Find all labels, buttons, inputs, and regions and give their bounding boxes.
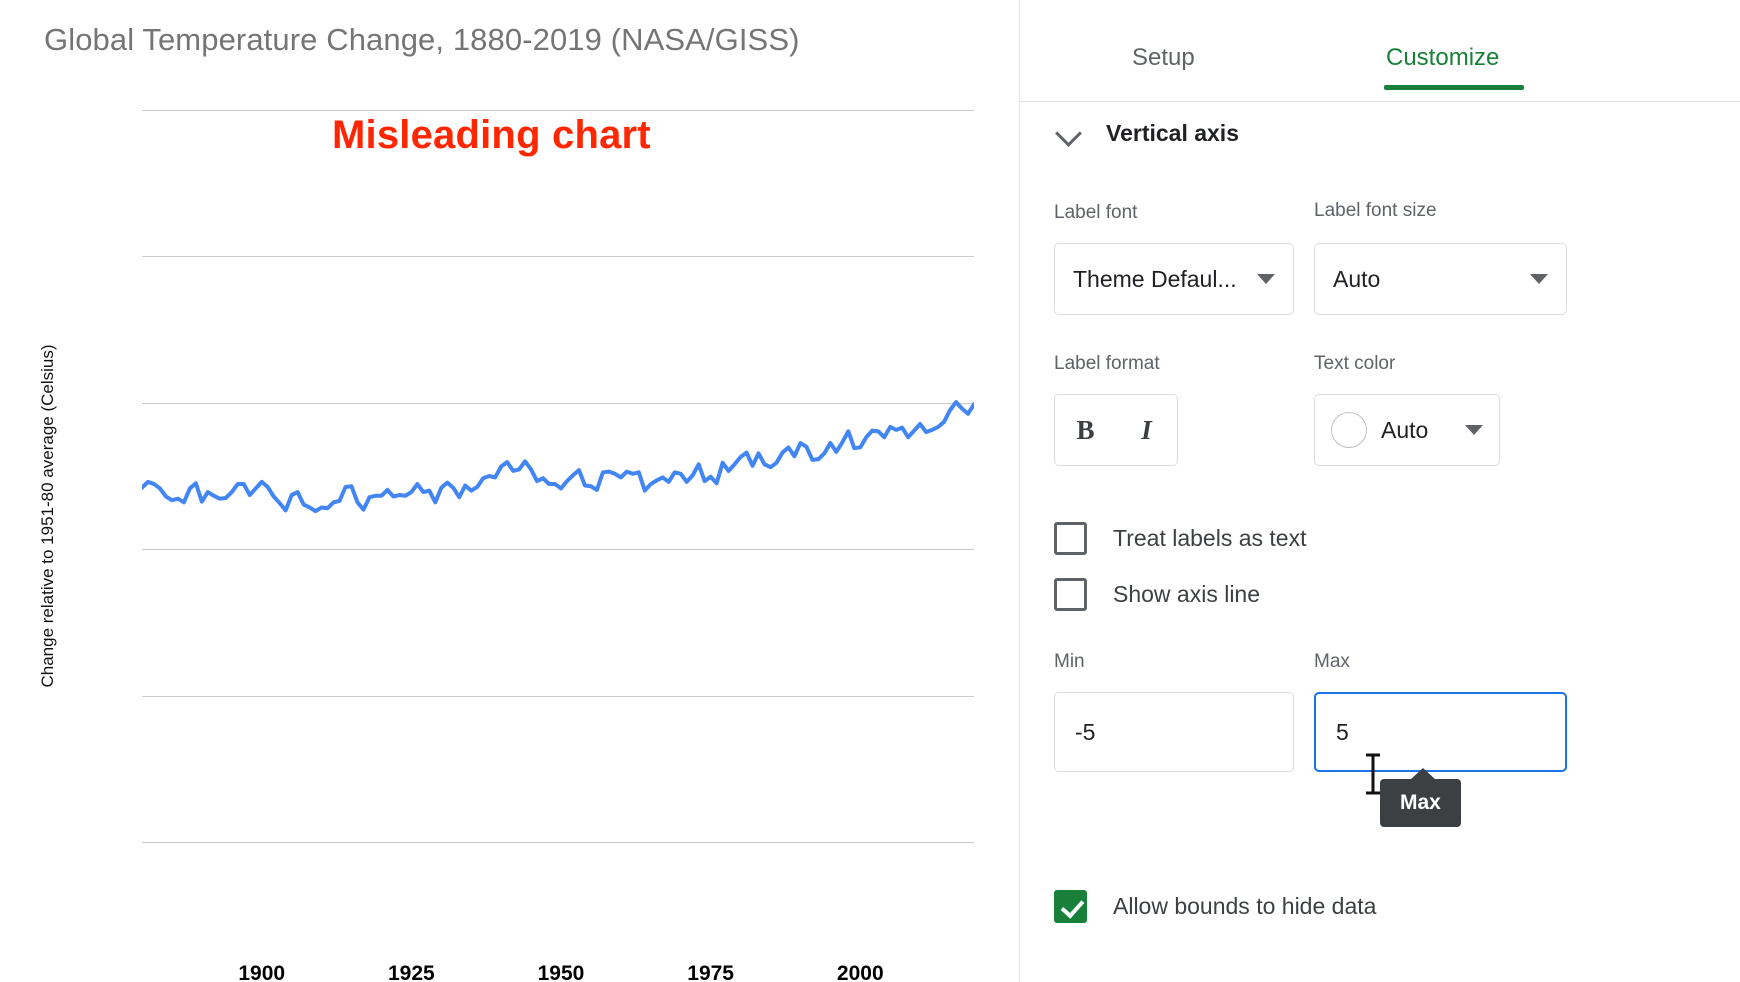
max-value: 5 bbox=[1336, 718, 1349, 745]
label-font-size-label: Label font size bbox=[1314, 200, 1437, 221]
gridline bbox=[142, 842, 974, 843]
chart-title: Global Temperature Change, 1880-2019 (NA… bbox=[44, 22, 800, 57]
min-input[interactable]: -5 bbox=[1054, 692, 1294, 772]
label-font-size-value: Auto bbox=[1333, 265, 1381, 292]
x-tick-label: 1925 bbox=[387, 962, 435, 982]
color-swatch-icon bbox=[1331, 412, 1367, 448]
chevron-down-icon bbox=[1465, 425, 1483, 435]
label-font-size-select[interactable]: Auto bbox=[1314, 243, 1567, 315]
show-axis-line-checkbox[interactable] bbox=[1054, 578, 1087, 611]
chart-pane[interactable]: Global Temperature Change, 1880-2019 (NA… bbox=[0, 0, 1020, 982]
section-header-vertical-axis[interactable]: Vertical axis bbox=[1054, 118, 1239, 148]
checkbox-row-show-axis-line[interactable]: Show axis line bbox=[1054, 578, 1260, 611]
min-value: -5 bbox=[1075, 718, 1096, 745]
editor-tabs: Setup Customize bbox=[1020, 0, 1740, 102]
x-tick-label: 1975 bbox=[687, 962, 734, 982]
chevron-down-icon bbox=[1530, 274, 1548, 284]
tab-active-indicator bbox=[1384, 85, 1524, 90]
max-label: Max bbox=[1314, 651, 1350, 672]
allow-bounds-to-hide-data-checkbox[interactable] bbox=[1054, 890, 1087, 923]
series-path bbox=[142, 400, 974, 514]
checkbox-row-treat-labels-as-text[interactable]: Treat labels as text bbox=[1054, 522, 1306, 555]
x-tick-label: 1900 bbox=[238, 962, 286, 982]
allow-bounds-to-hide-data-label: Allow bounds to hide data bbox=[1113, 893, 1377, 919]
section-title: Vertical axis bbox=[1106, 119, 1239, 146]
max-input[interactable]: 5 bbox=[1314, 692, 1567, 772]
label-format-group[interactable]: B I bbox=[1054, 394, 1178, 466]
x-tick-label: 1950 bbox=[537, 962, 585, 982]
chart-editor-panel: Setup Customize Vertical axis Label font… bbox=[1020, 0, 1740, 982]
min-label: Min bbox=[1054, 651, 1085, 672]
label-font-select[interactable]: Theme Defaul... bbox=[1054, 243, 1294, 315]
x-tick-label: 2000 bbox=[836, 962, 884, 982]
temperature-line-series bbox=[142, 400, 974, 514]
text-color-select[interactable]: Auto bbox=[1314, 394, 1500, 466]
bold-button[interactable]: B bbox=[1057, 415, 1115, 446]
tab-customize[interactable]: Customize bbox=[1386, 44, 1499, 72]
tab-setup[interactable]: Setup bbox=[1132, 44, 1195, 72]
italic-button[interactable]: I bbox=[1118, 415, 1176, 446]
chevron-down-icon[interactable] bbox=[1054, 118, 1084, 148]
treat-labels-as-text-label: Treat labels as text bbox=[1113, 525, 1307, 551]
text-color-value: Auto bbox=[1381, 416, 1429, 443]
label-format-label: Label format bbox=[1054, 353, 1160, 374]
chevron-down-icon bbox=[1257, 274, 1275, 284]
label-font-value: Theme Defaul... bbox=[1073, 265, 1237, 292]
treat-labels-as-text-checkbox[interactable] bbox=[1054, 522, 1087, 555]
checkbox-row-allow-bounds-to-hide-data[interactable]: Allow bounds to hide data bbox=[1054, 890, 1376, 923]
max-tooltip: Max bbox=[1380, 768, 1461, 827]
text-color-label: Text color bbox=[1314, 353, 1396, 374]
y-axis-title: Change relative to 1951-80 average (Cels… bbox=[38, 344, 57, 688]
label-font-label: Label font bbox=[1054, 202, 1138, 223]
text-cursor-icon bbox=[1366, 753, 1380, 795]
show-axis-line-label: Show axis line bbox=[1113, 581, 1261, 607]
